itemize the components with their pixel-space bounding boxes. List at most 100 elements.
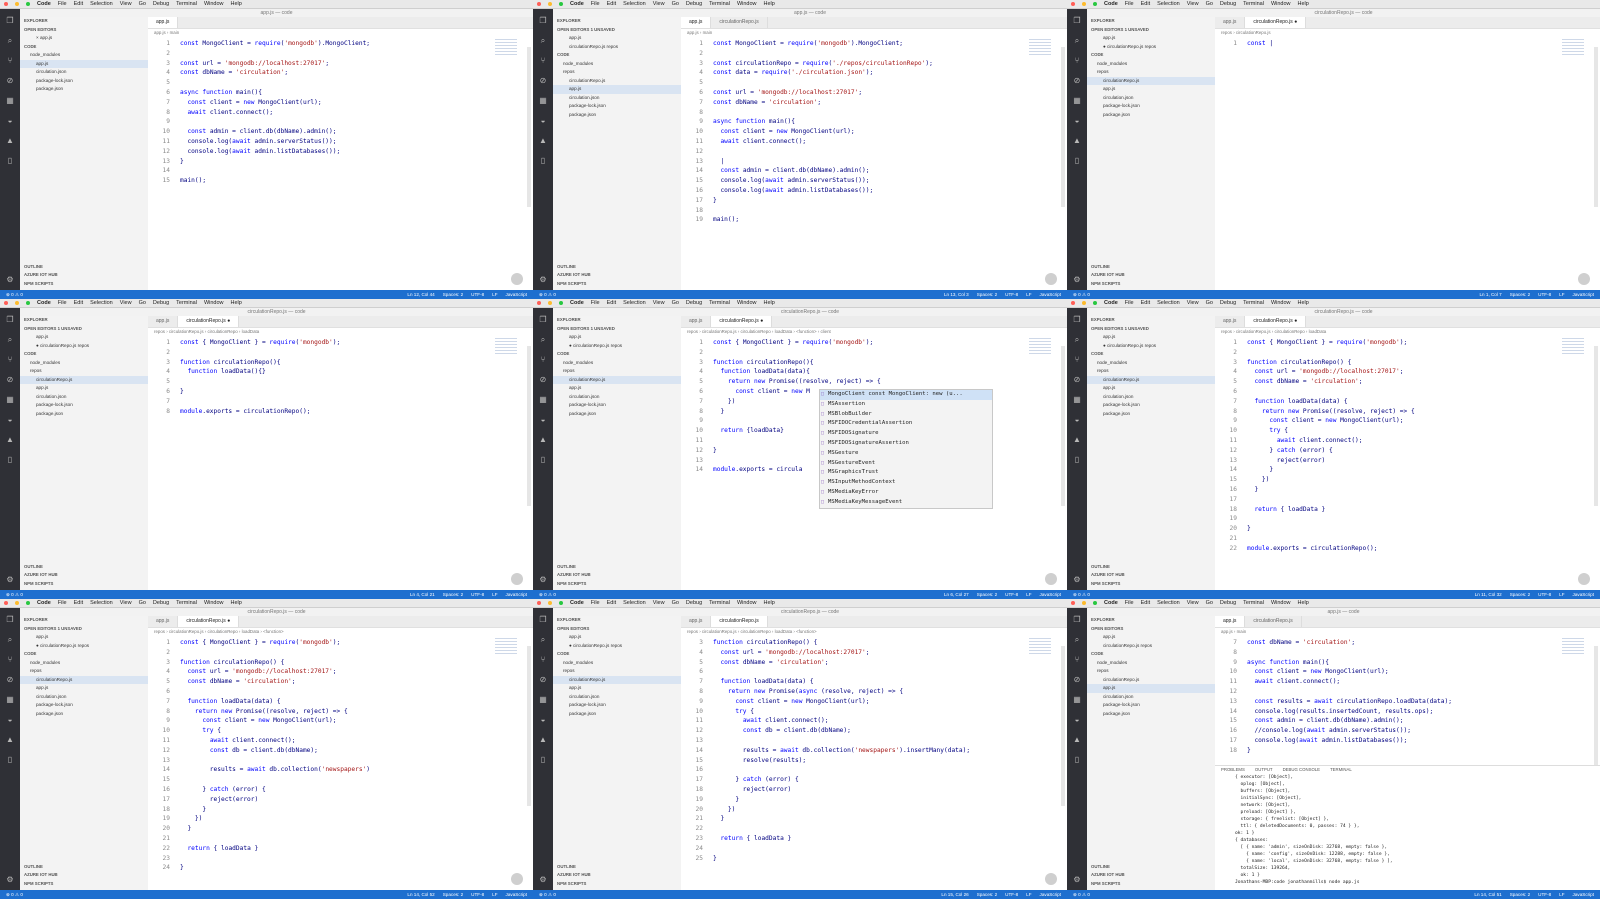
- editor-tab[interactable]: circulationRepo.js ●: [1245, 316, 1307, 327]
- menu-item[interactable]: Edit: [74, 599, 83, 608]
- debug-icon[interactable]: ⊘: [538, 376, 548, 384]
- menu-item[interactable]: Help: [764, 599, 775, 608]
- status-item[interactable]: UTF-8: [471, 590, 484, 599]
- menu-item[interactable]: Debug: [1220, 599, 1236, 608]
- sidebar-section-npm-scripts[interactable]: NPM SCRIPTS: [553, 280, 681, 289]
- menu-item[interactable]: File: [58, 599, 67, 608]
- minimize-window-icon[interactable]: [548, 601, 552, 605]
- sidebar-file-item[interactable]: circulation.json: [20, 393, 148, 402]
- menu-item[interactable]: File: [58, 299, 67, 308]
- menu-item[interactable]: Selection: [90, 599, 113, 608]
- explorer-icon[interactable]: ❐: [538, 616, 548, 624]
- menu-item[interactable]: Window: [1271, 299, 1291, 308]
- menu-item[interactable]: View: [1187, 0, 1199, 9]
- status-item[interactable]: LF: [1559, 290, 1564, 299]
- sidebar-section-npm-scripts[interactable]: NPM SCRIPTS: [20, 280, 148, 289]
- status-problems[interactable]: ⊗ 0 ⚠ 0: [6, 890, 23, 899]
- settings-gear-icon[interactable]: ⚙: [5, 876, 15, 884]
- sidebar-section-outline[interactable]: OUTLINE: [20, 263, 148, 272]
- sidebar-file-item[interactable]: app.js: [20, 384, 148, 393]
- sidebar-file-item[interactable]: app.js: [1087, 684, 1215, 693]
- docker-icon[interactable]: ◒: [538, 416, 548, 424]
- sidebar-file-item[interactable]: app.js: [1087, 333, 1215, 342]
- menu-item[interactable]: Edit: [607, 0, 616, 9]
- app-menu[interactable]: Code: [1104, 299, 1118, 308]
- menu-item[interactable]: Edit: [1141, 0, 1150, 9]
- sidebar-section-azure-iot-hub[interactable]: AZURE IOT HUB: [1087, 271, 1215, 280]
- close-window-icon[interactable]: [4, 2, 8, 6]
- maximize-window-icon[interactable]: [26, 2, 30, 6]
- minimize-window-icon[interactable]: [15, 2, 19, 6]
- editor-tab[interactable]: app.js: [1215, 616, 1246, 627]
- editor-tab[interactable]: app.js: [1215, 17, 1246, 28]
- menu-item[interactable]: Go: [672, 599, 679, 608]
- status-item[interactable]: UTF-8: [1538, 890, 1551, 899]
- menu-item[interactable]: Debug: [686, 0, 702, 9]
- menu-item[interactable]: Window: [737, 599, 757, 608]
- explorer-icon[interactable]: ❐: [1072, 316, 1082, 324]
- explorer-icon[interactable]: ❐: [1072, 17, 1082, 25]
- menu-item[interactable]: View: [1187, 599, 1199, 608]
- sidebar-section-header[interactable]: EXPLORER: [20, 616, 148, 625]
- sidebar-file-item[interactable]: ● circulationRepo.js repos: [1087, 342, 1215, 351]
- editor-tab[interactable]: circulationRepo.js: [711, 17, 768, 28]
- sidebar-file-item[interactable]: circulationRepo.js: [553, 77, 681, 86]
- settings-gear-icon[interactable]: ⚙: [538, 576, 548, 584]
- bookmark-icon[interactable]: ▯: [5, 456, 15, 464]
- app-menu[interactable]: Code: [1104, 0, 1118, 9]
- sidebar-file-item[interactable]: circulation.json: [20, 693, 148, 702]
- status-item[interactable]: Ln 14, Col 51: [1474, 890, 1501, 899]
- sidebar-section-npm-scripts[interactable]: NPM SCRIPTS: [553, 580, 681, 589]
- docker-icon[interactable]: ◒: [538, 117, 548, 125]
- sidebar-file-item[interactable]: app.js: [553, 34, 681, 43]
- sidebar-file-item[interactable]: app.js: [553, 633, 681, 642]
- app-menu[interactable]: Code: [1104, 599, 1118, 608]
- sidebar-section-header[interactable]: EXPLORER: [553, 17, 681, 26]
- sidebar-section-outline[interactable]: OUTLINE: [1087, 563, 1215, 572]
- menu-item[interactable]: Selection: [1157, 0, 1180, 9]
- sidebar-section-header[interactable]: OPEN EDITORS 1 UNSAVED: [1087, 26, 1215, 35]
- sidebar-file-item[interactable]: ● circulationRepo.js repos: [20, 342, 148, 351]
- search-icon[interactable]: ⌕: [5, 37, 15, 45]
- close-window-icon[interactable]: [4, 601, 8, 605]
- minimap[interactable]: [1029, 638, 1051, 656]
- panel-tab[interactable]: DEBUG CONSOLE: [1283, 766, 1321, 774]
- menu-item[interactable]: View: [120, 0, 132, 9]
- status-item[interactable]: Ln 13, Col 3: [944, 290, 969, 299]
- app-menu[interactable]: Code: [570, 0, 584, 9]
- minimap[interactable]: [495, 638, 517, 656]
- sidebar-file-item[interactable]: app.js: [1087, 384, 1215, 393]
- live-share-icon[interactable]: [511, 273, 523, 285]
- close-window-icon[interactable]: [537, 601, 541, 605]
- sidebar-section-header[interactable]: EXPLORER: [553, 616, 681, 625]
- menu-item[interactable]: View: [653, 299, 665, 308]
- sidebar-file-item[interactable]: circulation.json: [553, 393, 681, 402]
- panel-tab[interactable]: PROBLEMS: [1221, 766, 1245, 774]
- menu-item[interactable]: Terminal: [1243, 299, 1264, 308]
- sidebar-section-npm-scripts[interactable]: NPM SCRIPTS: [1087, 580, 1215, 589]
- debug-icon[interactable]: ⊘: [538, 77, 548, 85]
- minimize-window-icon[interactable]: [548, 2, 552, 6]
- editor-tab[interactable]: app.js: [681, 616, 712, 627]
- menu-item[interactable]: Window: [204, 0, 224, 9]
- menu-item[interactable]: Selection: [623, 599, 646, 608]
- bookmark-icon[interactable]: ▯: [1072, 157, 1082, 165]
- status-item[interactable]: Spaces: 2: [1510, 890, 1530, 899]
- editor-scrollbar[interactable]: [527, 47, 531, 207]
- menu-item[interactable]: Window: [204, 299, 224, 308]
- status-item[interactable]: LF: [1026, 890, 1031, 899]
- source-control-icon[interactable]: ⑂: [538, 356, 548, 364]
- debug-icon[interactable]: ⊘: [1072, 376, 1082, 384]
- sidebar-file-item[interactable]: package.json: [20, 410, 148, 419]
- sidebar-section-header[interactable]: OPEN EDITORS: [553, 625, 681, 634]
- docker-icon[interactable]: ◒: [1072, 416, 1082, 424]
- settings-gear-icon[interactable]: ⚙: [5, 276, 15, 284]
- debug-icon[interactable]: ⊘: [5, 676, 15, 684]
- menu-item[interactable]: Edit: [74, 0, 83, 9]
- autocomplete-item[interactable]: MSInputMethodContext: [820, 478, 992, 488]
- editor-tab[interactable]: circulationRepo.js: [711, 616, 768, 627]
- docker-icon[interactable]: ◒: [538, 716, 548, 724]
- sidebar-file-item[interactable]: circulation.json: [1087, 94, 1215, 103]
- status-item[interactable]: Ln 1, Col 7: [1480, 290, 1502, 299]
- menu-item[interactable]: Terminal: [709, 599, 730, 608]
